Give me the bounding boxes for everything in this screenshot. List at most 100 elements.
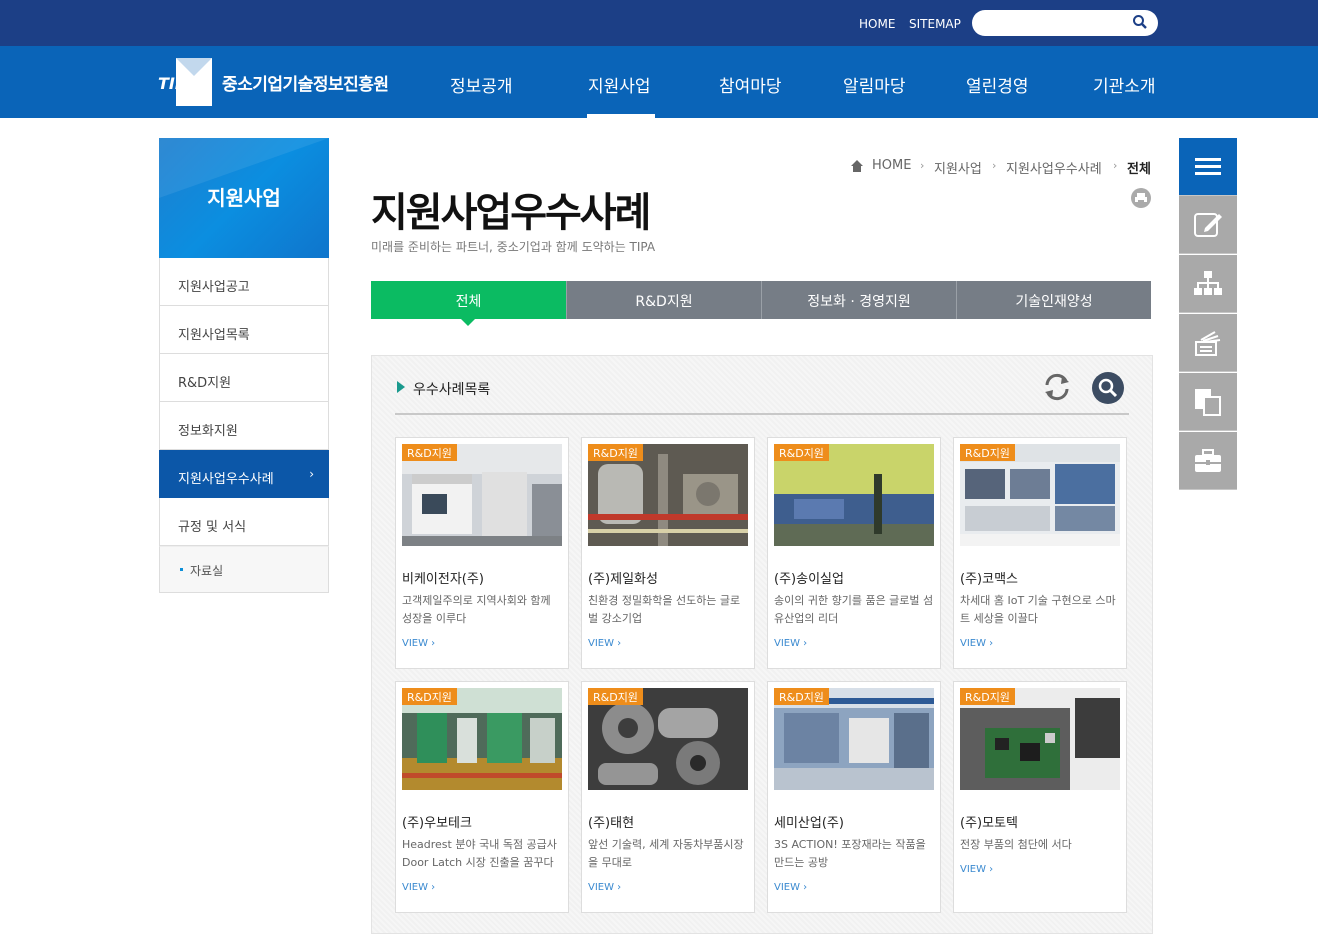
home-icon bbox=[851, 160, 863, 172]
tipa-logo[interactable]: TIPA bbox=[156, 56, 214, 108]
view-link[interactable]: VIEW › bbox=[774, 638, 807, 649]
sidebar-item-project-list[interactable]: 지원사업목록 bbox=[159, 306, 329, 354]
divider bbox=[395, 413, 1129, 415]
sidebar-title-box: 지원사업 bbox=[159, 138, 329, 258]
case-description: 앞선 기술력, 세계 자동차부품시장을 무대로 bbox=[588, 838, 744, 869]
quick-menu-apply[interactable] bbox=[1179, 196, 1237, 254]
utility-bar: HOME SITEMAP bbox=[0, 0, 1318, 46]
case-card[interactable]: R&D지원 (주)코맥스 차세대 홈 IoT 기술 구현으로 스마트 세상을 이… bbox=[953, 437, 1127, 669]
search-icon[interactable] bbox=[1132, 14, 1148, 30]
home-link[interactable]: HOME bbox=[859, 17, 895, 31]
sidebar-item-best-practices[interactable]: 지원사업우수사례 › bbox=[159, 450, 329, 498]
refresh-icon[interactable] bbox=[1042, 372, 1072, 402]
category-badge: R&D지원 bbox=[774, 688, 829, 705]
view-link[interactable]: VIEW › bbox=[960, 864, 993, 875]
case-card[interactable]: R&D지원 (주)송이실업 송이의 귀한 향기를 품은 글로벌 섬유산업의 리더… bbox=[767, 437, 941, 669]
quick-menu-toggle[interactable] bbox=[1179, 138, 1237, 196]
breadcrumb-level2[interactable]: 지원사업우수사례 bbox=[1006, 158, 1102, 177]
company-name: (주)우보테크 bbox=[402, 816, 472, 831]
quick-menu-sitemap[interactable] bbox=[1179, 255, 1237, 313]
view-link[interactable]: VIEW › bbox=[402, 638, 435, 649]
quick-menu-forms[interactable] bbox=[1179, 373, 1237, 431]
company-name: (주)코맥스 bbox=[960, 572, 1018, 587]
list-title: 우수사례목록 bbox=[413, 382, 491, 398]
logo-letters: TIPA bbox=[158, 74, 198, 93]
menu-about[interactable]: 기관소개 bbox=[1093, 72, 1156, 97]
company-name: (주)제일화성 bbox=[588, 572, 658, 587]
case-card[interactable]: R&D지원 (주)우보테크 Headrest 분야 국내 독점 공급사 Door… bbox=[395, 681, 569, 913]
menu-open-management[interactable]: 열린경영 bbox=[966, 72, 1029, 97]
menu-info-disclosure[interactable]: 정보공개 bbox=[450, 72, 513, 97]
view-link[interactable]: VIEW › bbox=[774, 882, 807, 893]
list-search-button[interactable] bbox=[1092, 372, 1124, 404]
sidebar-item-label: R&D지원 bbox=[178, 376, 232, 391]
search-input[interactable] bbox=[972, 10, 1158, 36]
view-link[interactable]: VIEW › bbox=[402, 882, 435, 893]
view-link[interactable]: VIEW › bbox=[588, 882, 621, 893]
company-name: 세미산업(주) bbox=[774, 816, 844, 831]
case-description: 송이의 귀한 향기를 품은 글로벌 섬유산업의 리더 bbox=[774, 594, 934, 625]
case-description: 친환경 정밀화학을 선도하는 글로벌 강소기업 bbox=[588, 594, 741, 625]
case-description: 고객제일주의로 지역사회와 함께 성장을 이루다 bbox=[402, 594, 551, 625]
breadcrumb-level1[interactable]: 지원사업 bbox=[934, 158, 982, 177]
chevron-right-icon: › bbox=[309, 467, 314, 481]
case-card[interactable]: R&D지원 (주)태현 앞선 기술력, 세계 자동차부품시장을 무대로 VIEW… bbox=[581, 681, 755, 913]
category-badge: R&D지원 bbox=[774, 444, 829, 461]
active-menu-indicator bbox=[587, 114, 655, 118]
search-icon bbox=[1098, 378, 1118, 398]
case-description: 전장 부품의 첨단에 서다 bbox=[960, 838, 1072, 851]
case-card[interactable]: R&D지원 (주)제일화성 친환경 정밀화학을 선도하는 글로벌 강소기업 VI… bbox=[581, 437, 755, 669]
tab-rnd[interactable]: R&D지원 bbox=[566, 281, 761, 319]
chevron-right-icon: › bbox=[992, 159, 997, 172]
sidebar-item-announcements[interactable]: 지원사업공고 bbox=[159, 258, 329, 306]
copy-icon bbox=[1195, 389, 1221, 416]
brand-name[interactable]: 중소기업기술정보진흥원 bbox=[222, 70, 389, 95]
category-badge: R&D지원 bbox=[960, 444, 1015, 461]
menu-icon bbox=[1195, 158, 1221, 175]
category-badge: R&D지원 bbox=[402, 444, 457, 461]
view-link[interactable]: VIEW › bbox=[960, 638, 993, 649]
breadcrumb-current: 전체 bbox=[1127, 162, 1151, 177]
tab-all[interactable]: 전체 bbox=[371, 281, 566, 319]
quick-menu-business[interactable] bbox=[1179, 432, 1237, 490]
tab-tech-talent[interactable]: 기술인재양성 bbox=[956, 281, 1151, 319]
tab-info-management[interactable]: 정보화 · 경영지원 bbox=[761, 281, 956, 319]
menu-notices[interactable]: 알림마당 bbox=[843, 72, 906, 97]
view-link[interactable]: VIEW › bbox=[588, 638, 621, 649]
sidebar-subitem-archive[interactable]: 자료실 bbox=[159, 546, 329, 593]
briefcase-icon bbox=[1195, 449, 1221, 472]
menu-participation[interactable]: 참여마당 bbox=[719, 72, 782, 97]
main-nav: TIPA 중소기업기술정보진흥원 정보공개 지원사업 참여마당 알림마당 열린경… bbox=[0, 46, 1318, 118]
breadcrumb-home[interactable]: HOME bbox=[872, 158, 911, 173]
category-badge: R&D지원 bbox=[588, 688, 643, 705]
page-title: 지원사업우수사례 bbox=[371, 190, 651, 236]
sidebar-item-label: 정보화지원 bbox=[178, 424, 238, 439]
print-icon[interactable] bbox=[1131, 188, 1151, 208]
edit-icon bbox=[1194, 213, 1222, 237]
chevron-right-icon: › bbox=[920, 159, 925, 172]
menu-support-projects[interactable]: 지원사업 bbox=[588, 72, 651, 97]
company-name: 비케이전자(주) bbox=[402, 572, 484, 587]
sidebar-item-informatization[interactable]: 정보화지원 bbox=[159, 402, 329, 450]
case-card[interactable]: R&D지원 세미산업(주) 3S ACTION! 포장재라는 작품을 만드는 공… bbox=[767, 681, 941, 913]
sitemap-link[interactable]: SITEMAP bbox=[909, 17, 961, 31]
case-card[interactable]: R&D지원 비케이전자(주) 고객제일주의로 지역사회와 함께 성장을 이루다 … bbox=[395, 437, 569, 669]
sidebar-item-label: 지원사업공고 bbox=[178, 280, 250, 295]
quick-menu-documents[interactable] bbox=[1179, 314, 1237, 372]
sidebar-item-label: 지원사업우수사례 bbox=[178, 472, 274, 487]
chevron-right-icon bbox=[397, 381, 405, 393]
sidebar-item-rnd[interactable]: R&D지원 bbox=[159, 354, 329, 402]
sidebar-item-label: 규정 및 서식 bbox=[178, 520, 247, 535]
chevron-right-icon: › bbox=[1113, 159, 1118, 172]
sidebar-item-regulations[interactable]: 규정 및 서식 bbox=[159, 498, 329, 546]
case-card[interactable]: R&D지원 (주)모토텍 전장 부품의 첨단에 서다 VIEW › bbox=[953, 681, 1127, 913]
sidebar-item-label: 지원사업목록 bbox=[178, 328, 250, 343]
sidebar-title: 지원사업 bbox=[207, 186, 281, 210]
sidebar-subitem-label: 자료실 bbox=[190, 564, 224, 578]
bullet-icon bbox=[180, 568, 183, 571]
category-badge: R&D지원 bbox=[402, 688, 457, 705]
document-stack-icon bbox=[1195, 331, 1221, 356]
case-description: 3S ACTION! 포장재라는 작품을 만드는 공방 bbox=[774, 838, 926, 869]
sitemap-icon bbox=[1194, 271, 1222, 295]
case-description: Headrest 분야 국내 독점 공급사 Door Latch 시장 진출을 … bbox=[402, 838, 557, 869]
